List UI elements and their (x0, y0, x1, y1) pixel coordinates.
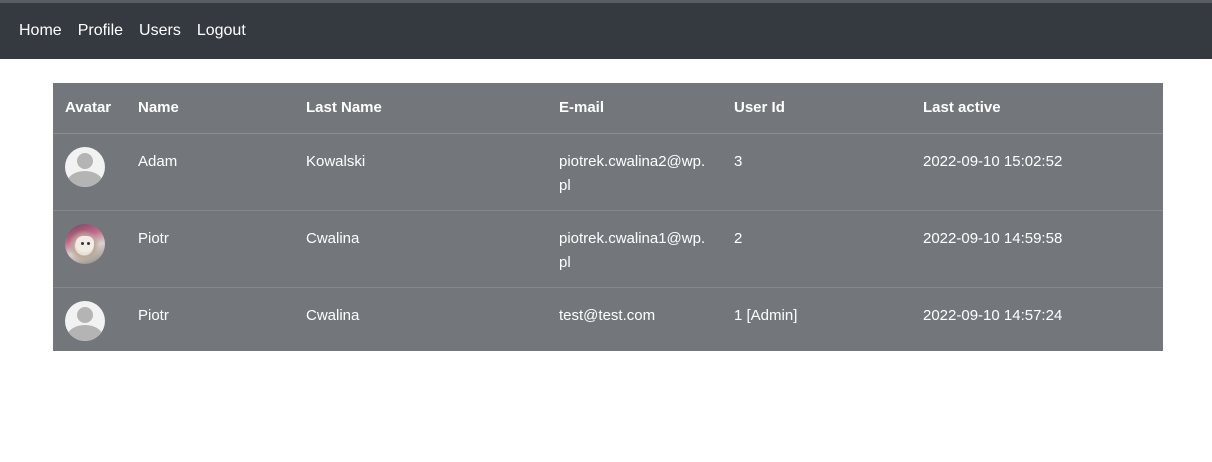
cell-email: piotrek.cwalina1@wp.pl (547, 210, 722, 288)
nav-link-home[interactable]: Home (19, 22, 62, 40)
cell-user-id: 3 (722, 133, 911, 211)
header-last-name: Last Name (294, 83, 547, 134)
default-avatar-icon (65, 300, 105, 341)
photo-avatar (65, 223, 105, 264)
table-row: Piotr Cwalina test@test.com 1 [Admin] 20… (53, 287, 1163, 351)
users-table: Avatar Name Last Name E-mail User Id Las… (53, 83, 1163, 351)
cell-last-name: Cwalina (306, 306, 360, 324)
cell-name: Piotr (126, 210, 294, 288)
table-row: Adam Kowalski piotrek.cwalina2@wp.pl 3 2… (53, 133, 1163, 211)
header-name: Name (126, 83, 294, 134)
cell-user-id: 2 (722, 210, 911, 288)
cell-last-active: 2022-09-10 15:02:52 (911, 133, 1163, 211)
avatar-cell (53, 210, 126, 288)
header-email: E-mail (547, 83, 722, 134)
cell-email: test@test.com (559, 306, 656, 324)
cell-last-name: Kowalski (294, 133, 547, 211)
table-header-row: Avatar Name Last Name E-mail User Id Las… (53, 83, 1163, 134)
cell-last-active: 2022-09-10 14:57:24 (923, 306, 1063, 324)
default-avatar-icon (65, 146, 105, 187)
cell-email: piotrek.cwalina2@wp.pl (547, 133, 722, 211)
avatar-cell (53, 133, 126, 211)
header-avatar: Avatar (53, 83, 126, 134)
cell-name: Piotr (138, 306, 169, 324)
header-last-active: Last active (911, 83, 1163, 134)
cell-user-id: 1 [Admin] (734, 306, 798, 324)
cell-name: Adam (126, 133, 294, 211)
nav-link-users[interactable]: Users (139, 22, 181, 40)
nav-link-logout[interactable]: Logout (197, 22, 246, 40)
cell-last-active: 2022-09-10 14:59:58 (911, 210, 1163, 288)
cell-last-name: Cwalina (294, 210, 547, 288)
avatar-cell (53, 287, 126, 351)
navbar: Home Profile Users Logout (0, 3, 1212, 59)
header-user-id: User Id (722, 83, 911, 134)
table-row: Piotr Cwalina piotrek.cwalina1@wp.pl 2 2… (53, 210, 1163, 288)
nav-link-profile[interactable]: Profile (78, 22, 123, 40)
users-table-container: Avatar Name Last Name E-mail User Id Las… (53, 83, 1163, 351)
